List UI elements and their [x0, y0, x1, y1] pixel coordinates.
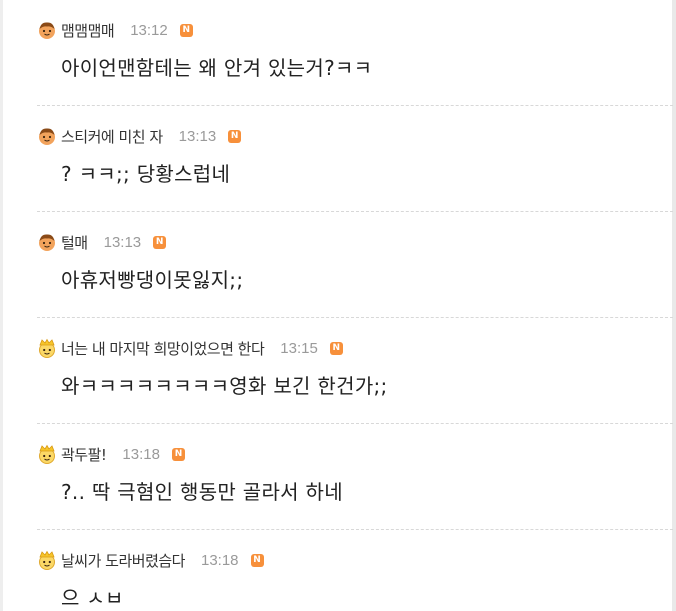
comment-meta: 날씨가 도라버렸슴다 13:18 N: [37, 550, 264, 570]
comment-nickname[interactable]: 맴맴맴매: [61, 20, 115, 41]
comment-nickname[interactable]: 곽두팔!: [61, 444, 107, 465]
comment-meta: 너는 내 마지막 희망이었으면 한다 13:15 N: [37, 338, 343, 358]
comment-nickname[interactable]: 스티커에 미친 자: [61, 126, 163, 147]
comment-nickname[interactable]: 날씨가 도라버렸슴다: [61, 550, 185, 571]
comment-text: 아이언맨함테는 왜 안겨 있는거?ㅋㅋ: [61, 56, 373, 80]
new-badge-icon: N: [179, 23, 193, 37]
comment-item: 너는 내 마지막 희망이었으면 한다 13:15 N 와ㅋㅋㅋㅋㅋㅋㅋㅋ영화 보…: [37, 318, 673, 424]
crown-avatar-icon[interactable]: [37, 444, 57, 464]
comment-item: 날씨가 도라버렸슴다 13:18 N 으 ㅅㅂ: [37, 530, 673, 611]
comment-time: 13:18: [122, 445, 160, 463]
comment-list-screen: 맴맴맴매 13:12 N 아이언맨함테는 왜 안겨 있는거?ㅋㅋ 스티커에 미친…: [0, 0, 676, 611]
new-badge-icon: N: [329, 341, 343, 355]
comment-text: ? ㅋㅋ;; 당황스럽네: [61, 162, 231, 186]
boy-avatar-icon[interactable]: [37, 20, 57, 40]
new-badge-icon: N: [153, 235, 167, 249]
new-badge-icon: N: [250, 553, 264, 567]
comment-time: 13:12: [130, 21, 168, 39]
comment-item: 곽두팔! 13:18 N ?.. 딱 극혐인 행동만 골라서 하네: [37, 424, 673, 530]
left-edge: [0, 0, 3, 611]
comment-text: 와ㅋㅋㅋㅋㅋㅋㅋㅋ영화 보긴 한건가;;: [61, 374, 388, 398]
comment-text: 으 ㅅㅂ: [61, 586, 124, 610]
comment-time: 13:13: [103, 233, 142, 251]
comment-meta: 곽두팔! 13:18 N: [37, 444, 185, 464]
comment-item: 맴맴맴매 13:12 N 아이언맨함테는 왜 안겨 있는거?ㅋㅋ: [37, 0, 673, 106]
comment-meta: 털매 13:13 N: [37, 232, 167, 253]
new-badge-icon: N: [228, 129, 242, 143]
comment-nickname[interactable]: 너는 내 마지막 희망이었으면 한다: [61, 338, 265, 359]
comment-item: 털매 13:13 N 아휴저빵댕이못잃지;;: [37, 212, 673, 318]
comment-item: 스티커에 미친 자 13:13 N ? ㅋㅋ;; 당황스럽네: [37, 106, 673, 212]
comment-meta: 맴맴맴매 13:12 N: [37, 20, 193, 40]
boy-avatar-icon[interactable]: [37, 232, 57, 252]
comment-text: 아휴저빵댕이못잃지;;: [61, 268, 244, 292]
comment-time: 13:18: [200, 551, 239, 569]
crown-avatar-icon[interactable]: [37, 550, 57, 570]
comment-nickname[interactable]: 털매: [61, 232, 88, 253]
crown-avatar-icon[interactable]: [37, 338, 57, 358]
boy-avatar-icon[interactable]: [37, 126, 57, 146]
comment-time: 13:13: [178, 127, 217, 145]
comment-list: 맴맴맴매 13:12 N 아이언맨함테는 왜 안겨 있는거?ㅋㅋ 스티커에 미친…: [37, 0, 673, 611]
comment-time: 13:15: [280, 339, 318, 357]
comment-meta: 스티커에 미친 자 13:13 N: [37, 126, 242, 147]
comment-text: ?.. 딱 극혐인 행동만 골라서 하네: [61, 480, 343, 504]
new-badge-icon: N: [171, 447, 185, 461]
